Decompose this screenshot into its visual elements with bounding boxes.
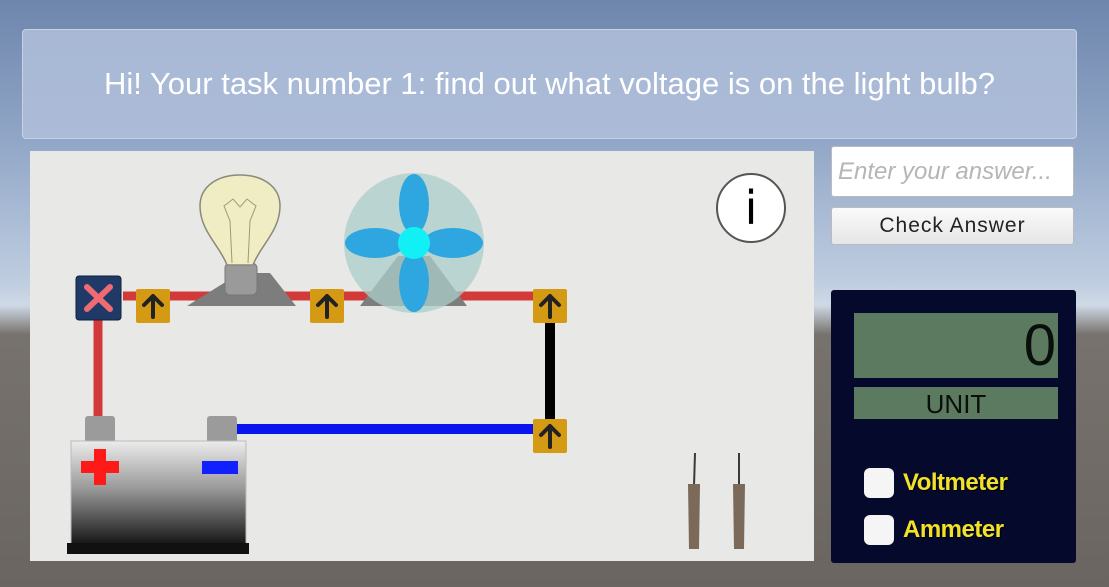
probe-left[interactable] [688, 452, 700, 549]
light-bulb[interactable] [187, 174, 296, 306]
test-probes[interactable] [688, 452, 745, 549]
circuit-switch[interactable] [75, 275, 122, 321]
connection-node-4[interactable] [533, 419, 567, 453]
voltmeter-toggle[interactable]: Voltmeter [864, 468, 1008, 498]
bulb-socket [224, 262, 258, 296]
probe-right[interactable] [733, 453, 745, 549]
unit-label: UNIT [854, 387, 1058, 419]
circuit-board: i [30, 151, 814, 561]
minus-icon [202, 461, 238, 474]
connection-node-1[interactable] [136, 289, 170, 323]
info-button[interactable]: i [716, 173, 786, 243]
task-text: Hi! Your task number 1: find out what vo… [104, 66, 995, 101]
battery-base [67, 543, 249, 554]
fan-blade-bottom [399, 252, 429, 312]
ammeter-toggle[interactable]: Ammeter [864, 515, 1004, 545]
meter-display: 0 [854, 313, 1058, 378]
answer-input[interactable] [831, 146, 1074, 197]
battery[interactable] [67, 416, 249, 554]
bulb-glass [199, 174, 281, 266]
voltmeter-label: Voltmeter [903, 469, 1008, 496]
info-icon: i [744, 181, 758, 235]
fan[interactable] [344, 173, 484, 313]
fan-hub [398, 227, 430, 259]
voltmeter-checkbox[interactable] [864, 468, 894, 498]
ammeter-checkbox[interactable] [864, 515, 894, 545]
battery-terminal-negative[interactable] [207, 416, 237, 444]
fan-blade-top [399, 174, 429, 234]
task-banner: Hi! Your task number 1: find out what vo… [22, 29, 1077, 139]
check-answer-button[interactable]: Check Answer [831, 207, 1074, 245]
connection-node-3[interactable] [533, 289, 567, 323]
multimeter-panel: 0 UNIT Voltmeter Ammeter [831, 290, 1076, 563]
circuit-diagram [67, 173, 745, 554]
fan-blade-left [345, 228, 405, 258]
fan-blade-right [423, 228, 483, 258]
battery-terminal-positive[interactable] [85, 416, 115, 444]
ammeter-label: Ammeter [903, 516, 1004, 543]
connection-node-2[interactable] [310, 289, 344, 323]
